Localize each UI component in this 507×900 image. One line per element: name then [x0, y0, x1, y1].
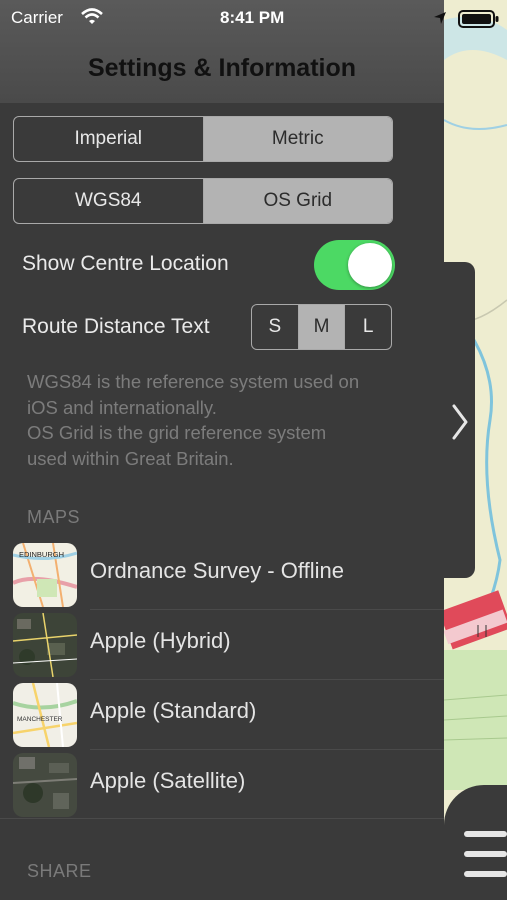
route-text-size-control: S M L [251, 304, 392, 350]
size-medium-option[interactable]: M [297, 305, 345, 349]
map-option-label: Apple (Standard) [90, 698, 257, 723]
info-line: WGS84 is the reference system used on [27, 371, 360, 392]
units-metric-option[interactable]: Metric [202, 117, 392, 161]
battery-icon [458, 10, 499, 28]
wifi-icon [81, 8, 103, 24]
hybrid-map-thumbnail [13, 613, 77, 677]
units-imperial-option[interactable]: Imperial [14, 117, 203, 161]
size-small-option[interactable]: S [252, 305, 298, 349]
settings-panel: Carrier 8:41 PM Settings & Information I… [0, 0, 444, 900]
show-centre-label: Show Centre Location [22, 252, 229, 275]
info-line: OS Grid is the grid reference system [27, 422, 327, 443]
map-option-label: Ordnance Survey - Offline [90, 558, 344, 583]
map-option-standard[interactable]: MANCHESTER Apple (Standard) [0, 680, 444, 750]
clock: 8:41 PM [220, 8, 285, 27]
divider [0, 818, 444, 819]
toggle-knob [348, 243, 392, 287]
coordinate-info-text: WGS84 is the reference system used on iO… [27, 369, 427, 471]
maps-section-header: MAPS [27, 507, 81, 527]
share-section-header: SHARE [27, 861, 92, 881]
standard-map-thumbnail: MANCHESTER [13, 683, 77, 747]
hamburger-menu-icon [464, 831, 507, 877]
satellite-map-thumbnail [13, 753, 77, 817]
menu-button[interactable] [444, 785, 507, 900]
page-title: Settings & Information [87, 54, 357, 82]
location-arrow-icon [434, 12, 446, 24]
map-option-os[interactable]: EDINBURGH Ordnance Survey - Offline [0, 540, 444, 610]
map-option-hybrid[interactable]: Apple (Hybrid) [0, 610, 444, 680]
carrier-label: Carrier [11, 8, 63, 27]
os-thumb-text: EDINBURGH [19, 550, 64, 559]
os-map-thumbnail: EDINBURGH [13, 543, 77, 607]
info-line: iOS and internationally. [27, 396, 217, 418]
map-option-label: Apple (Hybrid) [90, 628, 231, 653]
units-segmented-control: Imperial Metric [13, 116, 393, 162]
coord-wgs84-option[interactable]: WGS84 [14, 179, 203, 223]
map-option-satellite[interactable]: Apple (Satellite) [0, 750, 444, 820]
route-distance-label: Route Distance Text [22, 315, 210, 338]
info-line: used within Great Britain. [27, 447, 234, 469]
coordinate-segmented-control: WGS84 OS Grid [13, 178, 393, 224]
standard-thumb-text: MANCHESTER [17, 716, 63, 723]
map-option-label: Apple (Satellite) [90, 768, 246, 793]
chevron-right-icon [452, 404, 468, 440]
show-centre-toggle[interactable] [314, 240, 395, 290]
coord-osgrid-option[interactable]: OS Grid [202, 179, 392, 223]
size-large-option[interactable]: L [344, 305, 391, 349]
